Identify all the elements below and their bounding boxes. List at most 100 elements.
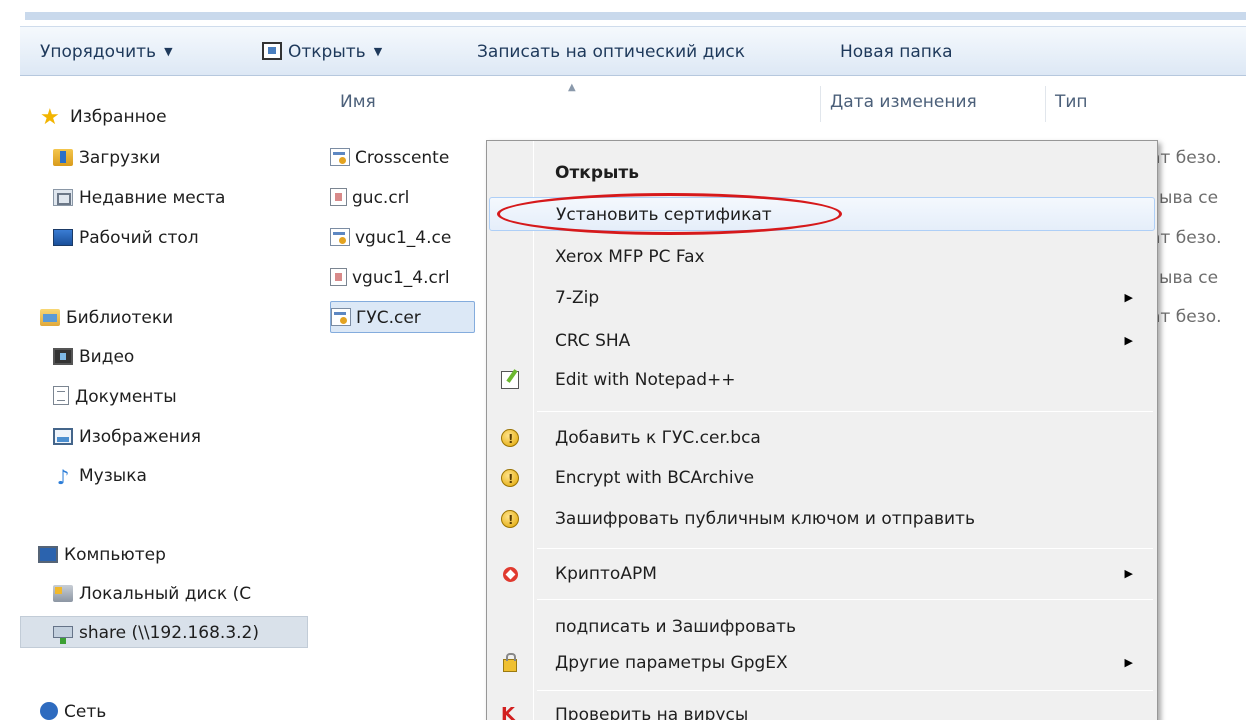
column-divider[interactable] bbox=[1045, 86, 1046, 122]
organize-label: Упорядочить bbox=[40, 42, 157, 62]
chevron-down-icon: ▼ bbox=[373, 45, 383, 58]
file-row[interactable]: Crosscente bbox=[330, 142, 500, 174]
nav-network-label: Сеть bbox=[64, 702, 107, 720]
nav-documents[interactable]: Документы bbox=[53, 381, 177, 413]
nav-network[interactable]: Сеть bbox=[40, 696, 106, 720]
menu-item-add-bca[interactable]: Добавить к ГУС.cer.bca bbox=[489, 421, 1155, 456]
burn-button[interactable]: Записать на оптический диск bbox=[477, 39, 745, 65]
menu-item-cryptoarm[interactable]: КриптоАРМ ▶ bbox=[489, 557, 1155, 591]
libraries-icon bbox=[40, 309, 60, 326]
images-icon bbox=[53, 428, 73, 445]
sort-ascending-icon: ▲ bbox=[568, 82, 576, 93]
nav-video[interactable]: Видео bbox=[53, 341, 134, 373]
video-icon bbox=[53, 348, 73, 365]
menu-item-crc-sha[interactable]: CRC SHA ▶ bbox=[489, 324, 1155, 358]
column-header-type[interactable]: Тип bbox=[1055, 92, 1088, 112]
menu-item-edit-notepadpp[interactable]: Edit with Notepad++ bbox=[489, 363, 1155, 397]
menu-item-7zip[interactable]: 7-Zip ▶ bbox=[489, 281, 1155, 315]
file-name: guc.crl bbox=[352, 188, 410, 208]
menu-item-label: подписать и Зашифровать bbox=[555, 617, 796, 637]
downloads-folder-icon bbox=[53, 149, 73, 166]
menu-item-label: Encrypt with BCArchive bbox=[555, 468, 755, 488]
file-name: vguc1_4.crl bbox=[352, 268, 450, 288]
cryptoarm-icon bbox=[503, 567, 518, 582]
documents-icon bbox=[53, 386, 69, 405]
network-icon bbox=[40, 702, 58, 720]
nav-downloads-label: Загрузки bbox=[79, 148, 161, 168]
nav-recent-label: Недавние места bbox=[79, 188, 226, 208]
file-type-cell: зыва се bbox=[1150, 268, 1219, 288]
crl-file-icon bbox=[330, 268, 347, 286]
menu-separator bbox=[537, 411, 1153, 412]
new-folder-button[interactable]: Новая папка bbox=[840, 39, 953, 65]
nav-local-disk-label: Локальный диск (С bbox=[79, 584, 252, 604]
menu-item-label: Другие параметры GpgEX bbox=[555, 653, 788, 673]
submenu-arrow-icon: ▶ bbox=[1124, 656, 1133, 669]
column-header-modified[interactable]: Дата изменения bbox=[830, 92, 977, 112]
desktop-icon bbox=[53, 229, 73, 246]
bcarchive-icon bbox=[501, 503, 519, 537]
nav-desktop[interactable]: Рабочий стол bbox=[53, 222, 199, 254]
menu-item-label: 7-Zip bbox=[555, 288, 600, 308]
menu-item-open[interactable]: Открыть bbox=[489, 156, 1155, 190]
file-type-cell: ат безо. bbox=[1150, 307, 1222, 327]
file-name: ГУС.cer bbox=[356, 308, 421, 328]
nav-computer[interactable]: Компьютер bbox=[38, 539, 166, 571]
nav-downloads[interactable]: Загрузки bbox=[53, 142, 160, 174]
menu-item-scan-virus[interactable]: K Проверить на вирусы bbox=[489, 698, 1155, 720]
nav-share[interactable]: share (\\192.168.3.2) bbox=[20, 616, 308, 648]
file-type-cell: зыва се bbox=[1150, 188, 1219, 208]
open-icon bbox=[262, 42, 282, 60]
command-bar: Упорядочить ▼ Открыть ▼ Записать на оптиче… bbox=[20, 26, 1246, 76]
star-icon: ★ bbox=[40, 105, 60, 130]
recent-places-icon bbox=[53, 189, 73, 206]
burn-label: Записать на оптический диск bbox=[477, 42, 746, 62]
file-name: Crosscente bbox=[355, 148, 450, 168]
menu-separator bbox=[537, 599, 1153, 600]
menu-item-label: Открыть bbox=[555, 163, 639, 183]
file-type-cell: ат безо. bbox=[1150, 228, 1222, 248]
nav-libraries[interactable]: Библиотеки bbox=[40, 302, 173, 334]
nav-images[interactable]: Изображения bbox=[53, 421, 201, 453]
nav-music-label: Музыка bbox=[79, 466, 147, 486]
menu-item-sign-encrypt[interactable]: подписать и Зашифровать bbox=[489, 610, 1155, 644]
lock-icon bbox=[503, 653, 517, 672]
menu-item-label: КриптоАРМ bbox=[555, 564, 657, 584]
nav-local-disk[interactable]: Локальный диск (С bbox=[53, 578, 251, 610]
music-icon: ♪ bbox=[56, 465, 70, 489]
column-type-label: Тип bbox=[1055, 92, 1088, 112]
file-row-selected[interactable]: ГУС.cer bbox=[330, 301, 475, 333]
open-button[interactable]: Открыть ▼ bbox=[262, 39, 382, 65]
menu-item-label: Проверить на вирусы bbox=[555, 705, 749, 720]
navigation-pane: ★ Избранное Загрузки Недавние места Рабоч… bbox=[20, 76, 310, 720]
menu-item-xerox-fax[interactable]: Xerox MFP PC Fax bbox=[489, 240, 1155, 274]
network-drive-icon bbox=[53, 626, 73, 644]
submenu-arrow-icon: ▶ bbox=[1124, 334, 1133, 347]
organize-button[interactable]: Упорядочить ▼ bbox=[40, 39, 173, 65]
nav-favorites[interactable]: ★ Избранное bbox=[40, 101, 167, 133]
file-row[interactable]: vguc1_4.ce bbox=[330, 222, 500, 254]
certificate-file-icon bbox=[330, 228, 350, 246]
column-divider[interactable] bbox=[820, 86, 821, 122]
menu-item-label: Xerox MFP PC Fax bbox=[555, 247, 705, 267]
submenu-arrow-icon: ▶ bbox=[1124, 291, 1133, 304]
notepadpp-icon bbox=[501, 371, 519, 389]
menu-item-label: CRC SHA bbox=[555, 331, 631, 351]
menu-item-encrypt-public-key[interactable]: Зашифровать публичным ключом и отправить bbox=[489, 502, 1155, 537]
file-row[interactable]: vguc1_4.crl bbox=[330, 262, 500, 294]
nav-recent-places[interactable]: Недавние места bbox=[53, 182, 225, 214]
menu-separator bbox=[537, 548, 1153, 549]
nav-video-label: Видео bbox=[79, 347, 135, 367]
nav-images-label: Изображения bbox=[79, 427, 202, 447]
nav-libraries-label: Библиотеки bbox=[66, 308, 174, 328]
nav-favorites-label: Избранное bbox=[70, 107, 167, 127]
nav-computer-label: Компьютер bbox=[64, 545, 166, 565]
new-folder-label: Новая папка bbox=[840, 42, 953, 62]
file-row[interactable]: guc.crl bbox=[330, 182, 500, 214]
menu-item-gpgex-options[interactable]: Другие параметры GpgEX ▶ bbox=[489, 646, 1155, 680]
column-header-name[interactable]: Имя bbox=[340, 92, 376, 112]
menu-item-encrypt-bcarchive[interactable]: Encrypt with BCArchive bbox=[489, 461, 1155, 496]
menu-separator bbox=[537, 690, 1153, 691]
nav-music[interactable]: ♪ Музыка bbox=[53, 460, 147, 492]
open-label: Открыть bbox=[288, 42, 366, 62]
